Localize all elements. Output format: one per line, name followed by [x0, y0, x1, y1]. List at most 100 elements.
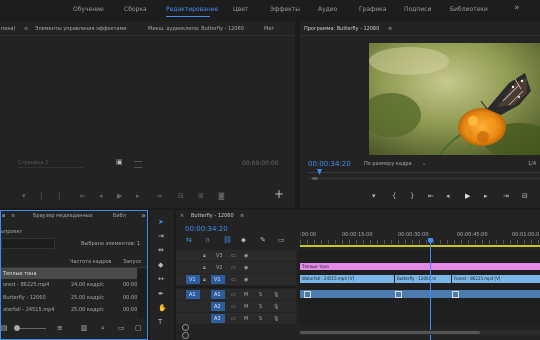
- timeline-timecode[interactable]: 00:00:34:20: [185, 225, 228, 233]
- step-back-icon[interactable]: ◂: [446, 192, 450, 200]
- export-frame-icon[interactable]: ◙: [218, 192, 225, 200]
- add-button-icon[interactable]: +: [274, 188, 284, 200]
- mark-in-bracket-icon[interactable]: {: [392, 192, 396, 200]
- eye-icon[interactable]: ◉: [244, 253, 248, 259]
- adjustment-layer-clip[interactable]: Теплые тона: [300, 263, 540, 270]
- microphone-icon[interactable]: 🎙︎: [273, 316, 279, 322]
- microphone-icon[interactable]: 🎙︎: [273, 292, 279, 298]
- column-frame-rate[interactable]: Частота кадров: [70, 259, 112, 265]
- resolution-select[interactable]: 1/4: [528, 161, 536, 167]
- step-forward-icon[interactable]: ▸: [136, 192, 140, 200]
- zoom-handle-icon[interactable]: [182, 332, 189, 339]
- fit-dropdown[interactable]: По размеру кадра: [364, 161, 412, 167]
- selection-tool-icon[interactable]: ➤: [158, 218, 164, 226]
- razor-tool-icon[interactable]: ◆: [158, 261, 163, 269]
- go-to-out-icon[interactable]: ⇥: [503, 192, 509, 200]
- sequence-menu-icon[interactable]: ≡: [240, 213, 244, 219]
- tab-media-browser[interactable]: Браузер медиаданных: [33, 213, 93, 219]
- track-area[interactable]: [298, 250, 540, 324]
- search-icon[interactable]: ⌕: [101, 324, 105, 332]
- tab-source[interactable]: пека): [1, 26, 15, 32]
- sync-icon[interactable]: ▭: [231, 292, 236, 298]
- transition-marker[interactable]: [452, 291, 459, 298]
- track-target-a2[interactable]: A2: [211, 302, 225, 311]
- workspace-assembly[interactable]: Сборка: [124, 6, 147, 13]
- mark-out-bracket-icon[interactable]: }: [410, 192, 414, 200]
- source-patch-a1[interactable]: A1: [186, 290, 200, 299]
- workspace-captions[interactable]: Подписи: [404, 6, 431, 13]
- close-icon[interactable]: ×: [180, 213, 184, 219]
- track-target-a3[interactable]: A3: [211, 314, 225, 323]
- audio-clip-a1[interactable]: [300, 290, 540, 298]
- go-to-in-icon[interactable]: ⇤: [80, 192, 86, 200]
- go-to-out-icon[interactable]: ⇥: [156, 192, 162, 200]
- sequence-tab[interactable]: Butterfly - 12060: [191, 213, 234, 219]
- mute-button[interactable]: M: [244, 304, 248, 310]
- work-area-bar[interactable]: [300, 245, 540, 247]
- sync-icon[interactable]: ▭: [231, 265, 236, 271]
- program-zoom-handle[interactable]: [312, 177, 318, 180]
- zoom-slider-handle[interactable]: [14, 325, 20, 331]
- timeline-scroll-handle[interactable]: [300, 331, 480, 334]
- pen-tool-icon[interactable]: ✒: [158, 290, 164, 298]
- program-scrub-bar[interactable]: [308, 172, 540, 173]
- clip-forest[interactable]: Forest - 86225.mp4 [V]: [452, 275, 540, 283]
- track-select-tool-icon[interactable]: ⇥: [158, 232, 164, 240]
- solo-button[interactable]: S: [259, 292, 262, 298]
- eye-icon[interactable]: ◉: [244, 265, 248, 271]
- tab-effect-controls[interactable]: Элементы управления эффектами: [35, 26, 127, 32]
- type-tool-icon[interactable]: T: [158, 318, 162, 326]
- search-input[interactable]: [1, 238, 55, 249]
- program-menu-icon[interactable]: ≡: [388, 26, 392, 32]
- program-timecode[interactable]: 00:00:34:20: [308, 160, 351, 168]
- go-to-in-icon[interactable]: ⇤: [428, 192, 434, 200]
- overwrite-icon[interactable]: ⊞: [198, 192, 204, 200]
- list-view-icon[interactable]: ▤: [1, 324, 8, 332]
- add-marker-icon[interactable]: ⬥: [241, 236, 246, 244]
- solo-button[interactable]: S: [259, 316, 262, 322]
- ripple-edit-tool-icon[interactable]: ⇹: [158, 246, 164, 254]
- more-workspaces-icon[interactable]: »: [514, 3, 520, 13]
- lock-icon[interactable]: 🔒︎: [203, 265, 206, 271]
- workspace-libraries[interactable]: Библиотеки: [450, 6, 488, 13]
- settings-icon[interactable]: ▣: [116, 158, 123, 166]
- captions-icon[interactable]: ▭: [278, 236, 285, 244]
- nest-icon[interactable]: ⇆: [186, 236, 192, 244]
- scrollbar[interactable]: [138, 268, 146, 318]
- workspace-graphics[interactable]: Графика: [359, 6, 386, 13]
- list-item[interactable]: Butterfly - 12060 25,00 кадр/с 00:00: [1, 292, 137, 303]
- transition-marker[interactable]: [395, 291, 402, 298]
- play-icon[interactable]: ▶: [465, 192, 470, 200]
- new-bin-icon[interactable]: ▭: [118, 324, 125, 332]
- workspace-audio[interactable]: Аудио: [318, 6, 337, 13]
- track-target-v1[interactable]: V1: [211, 275, 225, 284]
- sync-icon[interactable]: ▭: [231, 253, 236, 259]
- mark-clip-icon[interactable]: |: [58, 192, 60, 200]
- sync-icon[interactable]: ▭: [231, 304, 236, 310]
- track-target-a1[interactable]: A1: [211, 290, 225, 299]
- slip-tool-icon[interactable]: ↔: [158, 275, 164, 283]
- sort-icon[interactable]: ≡: [57, 324, 63, 332]
- workspace-effects[interactable]: Эффекты: [270, 6, 300, 13]
- list-item[interactable]: Теплые тона: [1, 268, 137, 279]
- chevron-down-icon[interactable]: ⌄: [422, 161, 426, 167]
- page-select[interactable]: Страница 1: [18, 160, 84, 168]
- tab-audio-mixer[interactable]: Микш. аудиоклипа: Butterfly - 12060: [148, 26, 244, 32]
- column-start[interactable]: Запуск: [123, 259, 141, 265]
- automate-icon[interactable]: ▥: [81, 324, 88, 332]
- mark-in-icon[interactable]: ▾: [372, 192, 376, 200]
- tab-project[interactable]: а: [2, 213, 5, 219]
- workspace-learn[interactable]: Обучение: [73, 6, 104, 13]
- wrench-icon[interactable]: ✎: [260, 236, 266, 244]
- clip-waterfall[interactable]: Waterfall - 24515.mp4 [V]: [300, 275, 394, 283]
- linked-selection-icon[interactable]: ⛓: [223, 236, 232, 244]
- lock-icon[interactable]: 🔒︎: [203, 277, 206, 283]
- workspace-color[interactable]: Цвет: [233, 6, 248, 13]
- zoom-handle-icon[interactable]: [182, 324, 189, 331]
- tab-libraries[interactable]: Библ: [113, 213, 126, 219]
- more-tabs-icon[interactable]: »: [141, 211, 146, 220]
- mark-in-icon[interactable]: ▾: [22, 192, 26, 200]
- sync-icon[interactable]: ▭: [231, 316, 236, 322]
- timeline-playhead[interactable]: [430, 244, 431, 340]
- microphone-icon[interactable]: 🎙︎: [273, 304, 279, 310]
